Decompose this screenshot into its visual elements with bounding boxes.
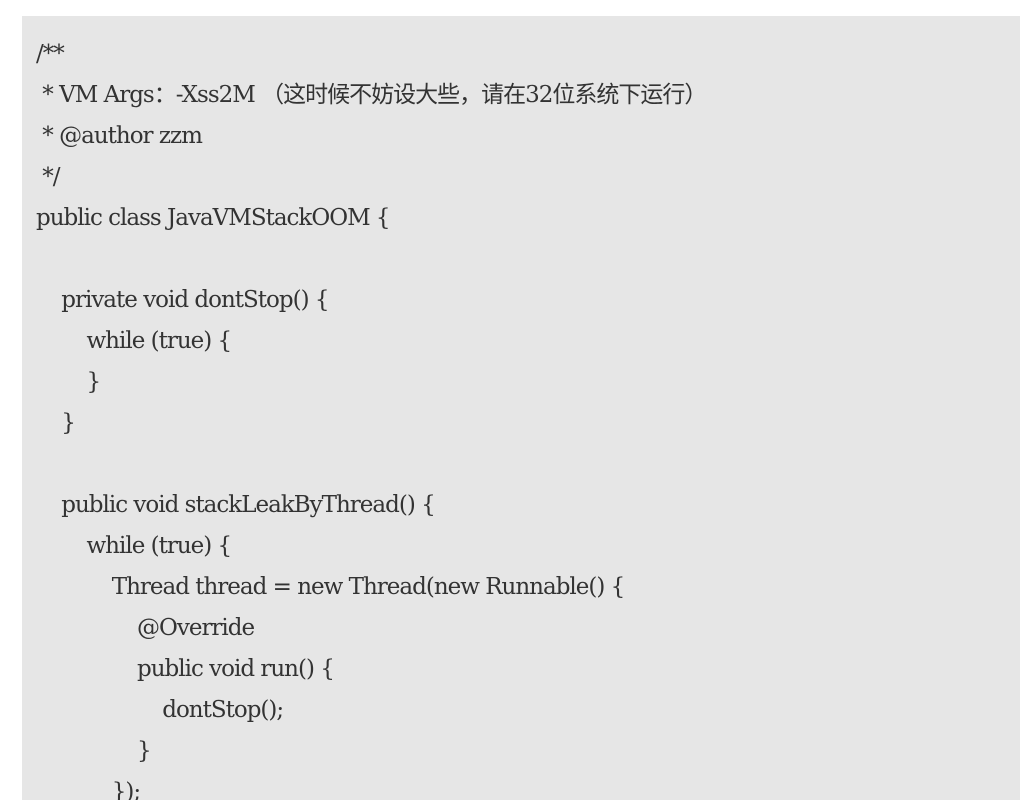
code-line: while (true) { xyxy=(36,328,232,354)
code-line: dontStop(); xyxy=(36,697,284,723)
code-line: /** xyxy=(36,41,65,67)
code-line: */ xyxy=(36,164,60,190)
code-line: public class JavaVMStackOOM { xyxy=(36,205,391,231)
code-line: Thread thread = new Thread(new Runnable(… xyxy=(36,574,626,600)
code-line: } xyxy=(36,369,101,395)
code-line: while (true) { xyxy=(36,533,232,559)
code-line: * VM Args：-Xss2M （这时候不妨设大些，请在32位系统下运行） xyxy=(36,82,707,108)
code-block: /** * VM Args：-Xss2M （这时候不妨设大些，请在32位系统下运… xyxy=(22,16,1020,800)
code-line: } xyxy=(36,410,76,436)
code-line: }); xyxy=(36,779,141,800)
code-line: } xyxy=(36,738,152,764)
code-line: public void stackLeakByThread() { xyxy=(36,492,436,518)
code-line: public void run() { xyxy=(36,656,335,682)
code-content: /** * VM Args：-Xss2M （这时候不妨设大些，请在32位系统下运… xyxy=(36,34,707,800)
code-line: * @author zzm xyxy=(36,123,203,149)
code-line: private void dontStop() { xyxy=(36,287,329,313)
code-line: @Override xyxy=(36,615,255,641)
